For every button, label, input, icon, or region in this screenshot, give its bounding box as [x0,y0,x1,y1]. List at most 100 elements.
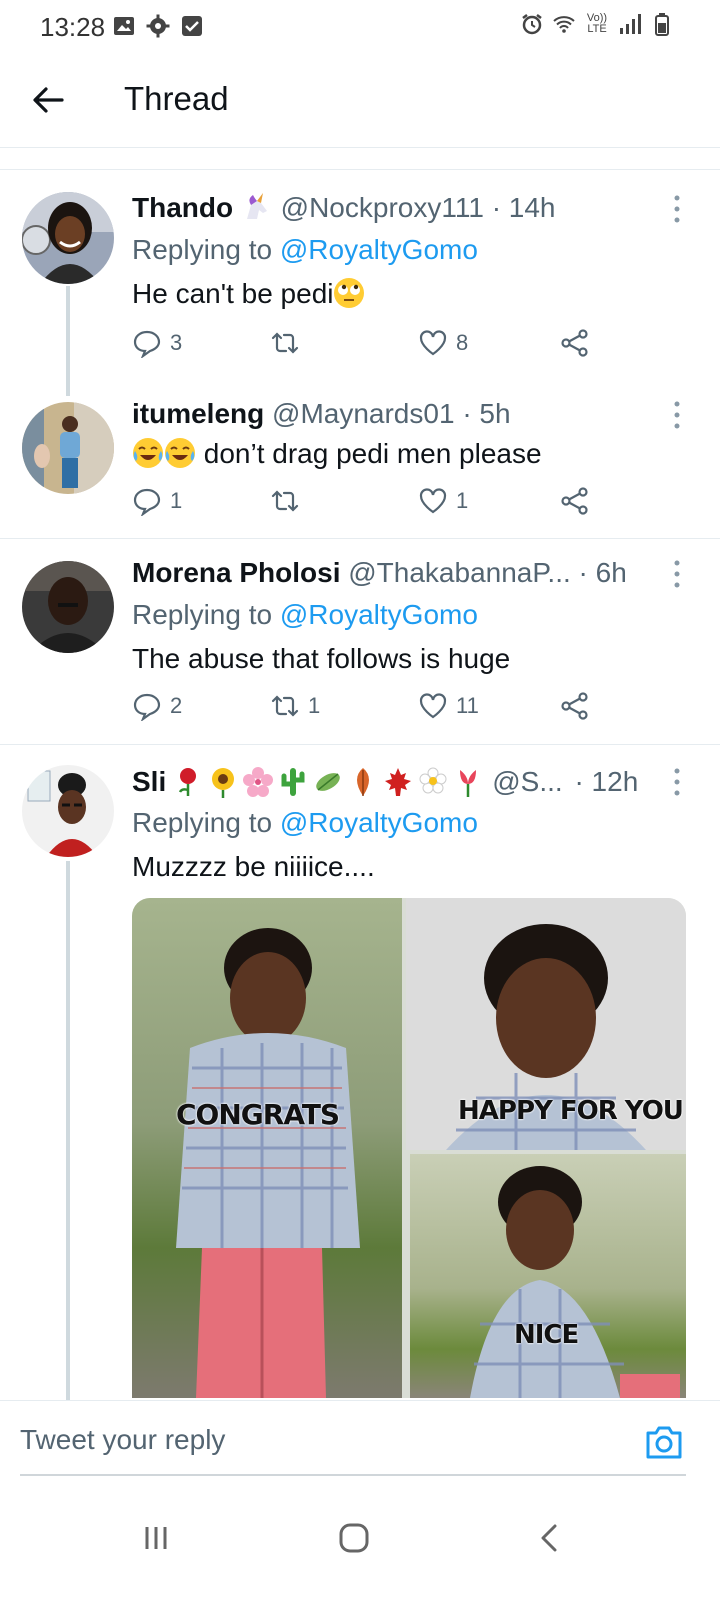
retweet-icon [271,332,299,354]
tweet-text: The abuse that follows is huge [132,643,511,674]
blossom-emoji [419,767,447,794]
meme-panel-nice: NICE [410,1154,686,1398]
avatar[interactable] [22,561,114,653]
reply-icon [133,330,161,358]
share-button[interactable] [560,328,590,358]
back-button[interactable] [520,1508,580,1568]
volte-label: Vo)) LTE [586,12,608,35]
reply-button[interactable]: 2 [132,691,182,721]
author-name[interactable]: Sli [132,764,166,800]
maple-leaf-emoji [385,768,412,796]
tweet-actions: 1 1 [132,486,592,526]
gear-icon [146,14,170,38]
avatar[interactable] [22,765,114,857]
author-handle[interactable]: @S... [492,764,562,800]
thread-connector [66,286,70,396]
retweet-button[interactable] [270,328,308,358]
heart-icon [419,488,447,514]
joy-emoji [165,438,195,468]
rose-emoji [179,768,197,796]
like-button[interactable]: 8 [418,328,468,358]
author-handle[interactable]: @ThakabannaP... [348,557,571,588]
status-time: 13:28 [40,12,106,42]
thread-connector [66,861,70,1401]
author-name[interactable]: Thando [132,192,233,223]
retweet-button[interactable] [270,486,308,516]
sunflower-emoji [212,768,235,798]
name-emojis [172,766,484,798]
tweet[interactable]: Thando @Nockproxy111 · 14h Replying to @… [0,170,720,396]
replying-to: Replying to @RoyaltyGomo [132,234,478,265]
tweet-time: · 14h [491,192,556,223]
back-icon [541,1524,557,1552]
battery-icon [655,13,669,36]
tweet-text: Muzzzz be niiiice.... [132,851,375,882]
home-button[interactable] [324,1508,384,1568]
reply-button[interactable]: 1 [132,486,182,516]
tweet-text: don’t drag pedi men please [132,434,680,474]
retweet-button[interactable]: 1 [270,691,320,721]
meme-panel-congrats: CONGRATS [132,898,402,1398]
heart-icon [419,330,447,356]
camera-icon[interactable] [644,1423,684,1461]
tweet-time: · 12h [574,766,639,797]
recent-apps-button[interactable] [126,1508,186,1568]
more-options-icon[interactable] [672,767,682,797]
share-icon [561,329,588,357]
meme-caption: NICE [514,1320,579,1350]
unicorn-emoji [246,193,267,219]
home-icon [339,1523,369,1553]
tweet-actions: 2 1 11 [132,691,592,731]
cactus-emoji [281,768,305,796]
mention-link[interactable]: @RoyaltyGomo [280,234,478,265]
reply-input-underline [20,1474,686,1476]
back-arrow-icon[interactable] [28,80,68,120]
avatar[interactable] [22,192,114,284]
tweet[interactable]: itumeleng @Maynards01 · 5h don’t drag pe… [0,390,720,538]
author-name[interactable]: Morena Pholosi [132,557,340,588]
like-button[interactable]: 11 [418,691,479,721]
tweet[interactable]: Morena Pholosi @ThakabannaP... · 6h Repl… [0,539,720,744]
rolling-eyes-emoji [334,278,365,308]
retweet-icon [271,695,299,717]
status-bar: 13:28 Vo)) LTE [0,0,720,56]
page-title: Thread [124,80,229,117]
child-figure-illustration [176,928,360,1398]
tweet-time: · 6h [578,557,627,588]
cherry-blossom-emoji [243,767,274,797]
wifi-icon [553,16,575,33]
share-button[interactable] [560,486,590,516]
replying-to: Replying to @RoyaltyGomo [132,599,478,630]
mention-link[interactable]: @RoyaltyGomo [280,807,478,838]
tweet-media-image[interactable]: CONGRATS HAPPY FOR YOU NICE [132,898,686,1398]
more-options-icon[interactable] [672,194,682,224]
child-seated-illustration [470,1166,680,1398]
avatar[interactable] [22,402,114,494]
check-box-icon [182,16,202,36]
more-options-icon[interactable] [672,559,682,589]
reply-icon [133,488,161,516]
reply-input[interactable] [20,1413,620,1467]
more-options-icon[interactable] [672,400,682,430]
tweet-actions: 3 8 [132,328,592,368]
meme-caption: HAPPY FOR YOU [458,1096,684,1126]
app-bar: Thread [0,56,720,148]
author-name[interactable]: itumeleng [132,398,264,429]
meme-panel-happy-for-you: HAPPY FOR YOU [406,898,686,1150]
image-icon [114,17,134,35]
share-icon [561,692,588,720]
reply-button[interactable]: 3 [132,328,182,358]
recent-apps-icon [145,1527,167,1549]
meme-caption: CONGRATS [176,1098,340,1131]
replying-to: Replying to @RoyaltyGomo [132,807,478,838]
author-handle[interactable]: @Maynards01 [272,398,455,429]
fallen-leaf-emoji [357,768,370,796]
previous-tweet-clipped [0,148,720,170]
share-button[interactable] [560,691,590,721]
author-handle[interactable]: @Nockproxy111 [281,192,484,223]
mention-link[interactable]: @RoyaltyGomo [280,599,478,630]
like-button[interactable]: 1 [418,486,468,516]
system-nav-bar [0,1480,720,1600]
tulip-emoji [460,770,477,797]
alarm-icon [522,14,542,35]
